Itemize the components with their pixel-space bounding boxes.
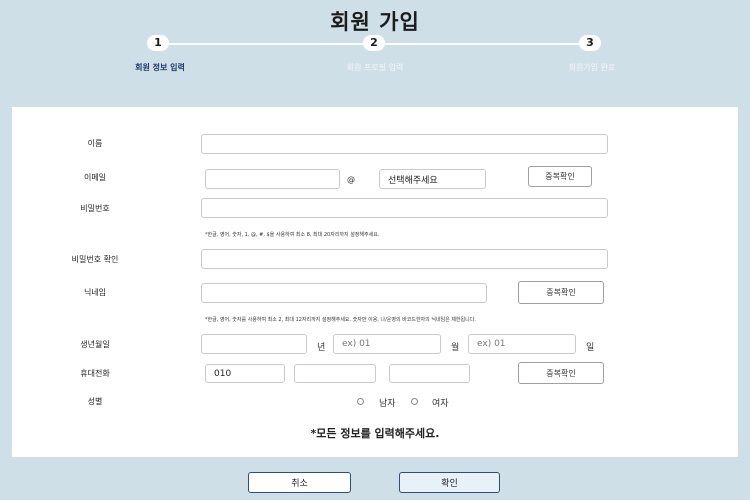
email-id-input[interactable] bbox=[205, 169, 340, 189]
phone-last-input[interactable] bbox=[389, 364, 470, 383]
name-label: 이름 bbox=[87, 139, 103, 148]
phone-check-button[interactable]: 중복확인 bbox=[518, 362, 604, 384]
gender-female-radio[interactable] bbox=[411, 398, 418, 405]
required-notice: *모든 정보를 입력해주세요. bbox=[310, 427, 440, 440]
password-label: 비밀번호 bbox=[80, 204, 110, 213]
gender-female-label[interactable]: 여자 bbox=[432, 396, 449, 409]
gender-male-radio[interactable] bbox=[357, 398, 364, 405]
birth-day-unit: 일 bbox=[586, 343, 595, 353]
email-domain-select[interactable]: 선택해주세요 bbox=[379, 169, 486, 189]
step-1-circle: 1 bbox=[147, 35, 169, 51]
birth-day-input[interactable]: ex) 01 bbox=[468, 334, 576, 354]
name-input[interactable] bbox=[201, 134, 608, 154]
email-at-symbol: @ bbox=[347, 175, 355, 184]
birth-month-unit: 월 bbox=[451, 343, 460, 353]
phone-middle-input[interactable] bbox=[294, 364, 376, 383]
gender-label: 성별 bbox=[87, 397, 103, 406]
step-3-circle: 3 bbox=[579, 35, 601, 51]
page-title: 회원 가입 bbox=[330, 10, 420, 34]
gender-male-label[interactable]: 남자 bbox=[379, 396, 396, 409]
step-2-label: 회원 프로필 입력 bbox=[346, 63, 404, 72]
step-2-circle: 2 bbox=[363, 35, 385, 51]
nickname-check-button[interactable]: 중복확인 bbox=[518, 281, 604, 304]
cancel-button[interactable]: 취소 bbox=[248, 472, 351, 493]
password-confirm-input[interactable] bbox=[201, 249, 608, 269]
birth-year-unit: 년 bbox=[317, 343, 326, 353]
email-check-button[interactable]: 중복확인 bbox=[528, 166, 592, 187]
birth-year-input[interactable] bbox=[201, 334, 307, 354]
password-hint: *한글, 영어, 숫자, 1, @, #, $을 사용하여 최소 8, 최대 2… bbox=[205, 232, 380, 238]
email-label: 이메일 bbox=[83, 173, 107, 182]
nickname-input[interactable] bbox=[201, 283, 487, 303]
password-confirm-label: 비밀번호 확인 bbox=[71, 255, 119, 264]
nickname-label: 닉네임 bbox=[83, 288, 107, 297]
confirm-button[interactable]: 확인 bbox=[399, 472, 500, 493]
password-input[interactable] bbox=[201, 198, 608, 218]
birth-label: 생년월일 bbox=[80, 340, 110, 349]
nickname-hint: *한글, 영어, 숫자를 사용하여 최소 2, 최대 12자리까지 설정해주세요… bbox=[205, 317, 476, 323]
phone-label: 휴대전화 bbox=[80, 369, 110, 378]
birth-month-input[interactable]: ex) 01 bbox=[333, 334, 441, 354]
step-1-label: 회원 정보 입력 bbox=[135, 63, 185, 72]
step-3-label: 회원가입 완료 bbox=[568, 63, 616, 72]
phone-prefix-input[interactable]: 010 bbox=[205, 364, 285, 383]
